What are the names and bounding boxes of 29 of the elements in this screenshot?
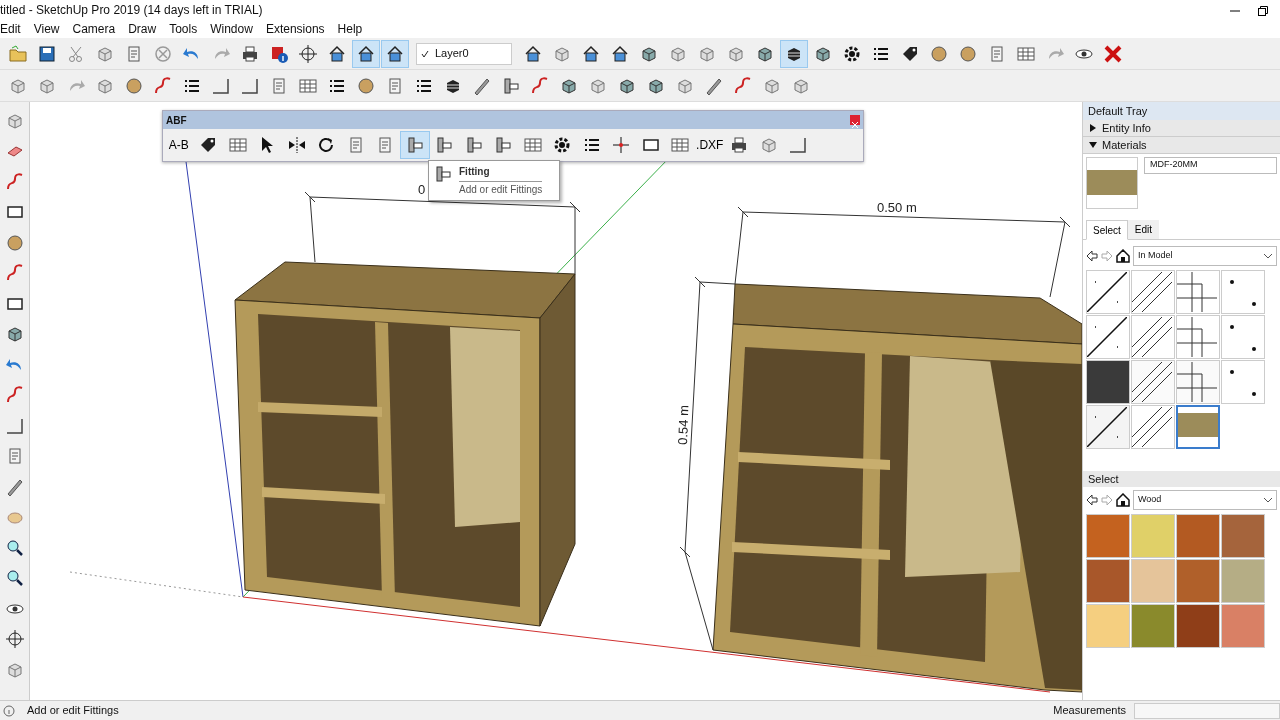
tooltip-description: Add or edit Fittings [459, 183, 543, 197]
material-name-field[interactable]: MDF-20MM [1144, 157, 1277, 174]
dimension-label: 0.50 m [877, 200, 917, 215]
dimension-label: 0.54 m [675, 404, 692, 446]
tab[interactable]: Edit [1127, 220, 1160, 239]
tray-title: Default Tray [1083, 102, 1280, 120]
panel-header[interactable]: Entity Info [1083, 120, 1280, 137]
menu-item[interactable]: Edit [0, 20, 21, 38]
menu-item[interactable]: Camera [72, 20, 116, 38]
menu-item[interactable]: Window [210, 20, 253, 38]
toolbar-button[interactable]: .DXF [695, 131, 725, 159]
layer-dropdown[interactable]: Layer0 [416, 42, 512, 65]
tab[interactable]: Select [1086, 220, 1128, 240]
menu-item[interactable]: View [33, 20, 60, 38]
collection-dropdown[interactable]: Wood [1133, 490, 1277, 510]
collection-dropdown[interactable]: In Model [1133, 246, 1277, 266]
menu-item[interactable]: Extensions [265, 20, 325, 38]
measurements-label: Measurements [1053, 703, 1126, 719]
menu-item[interactable]: Tools [169, 20, 198, 38]
dimension-label: 0 [418, 182, 426, 197]
tooltip-title: Fitting [459, 164, 543, 182]
window-title: titled - SketchUp Pro 2019 (14 days left in TRIAL) [0, 2, 263, 19]
menu-item[interactable]: Draw [128, 20, 157, 38]
menu-item[interactable]: Help [337, 20, 363, 38]
toolbar-title: ABF [166, 113, 187, 128]
status-message: Add or edit Fittings [27, 703, 119, 719]
panel-label: Select [1083, 471, 1280, 487]
toolbar-button[interactable]: A-B [164, 131, 194, 159]
panel-header[interactable]: Materials [1083, 137, 1280, 154]
